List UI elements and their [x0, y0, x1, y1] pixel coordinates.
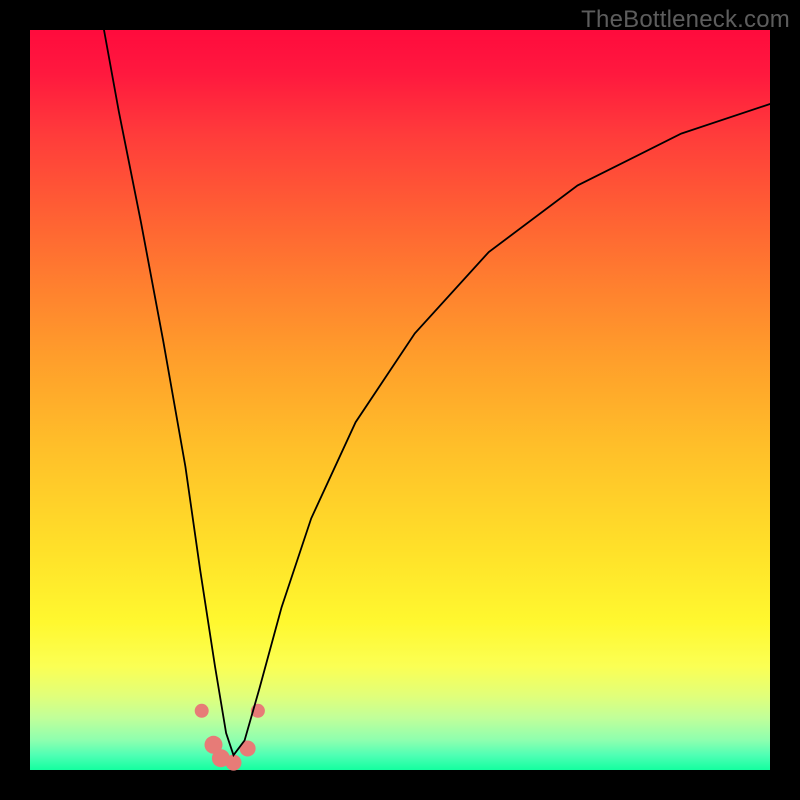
curve-marker	[195, 704, 209, 718]
bottleneck-curve	[104, 30, 770, 755]
curve-marker	[226, 755, 242, 771]
marker-group	[195, 704, 265, 771]
chart-svg	[30, 30, 770, 770]
